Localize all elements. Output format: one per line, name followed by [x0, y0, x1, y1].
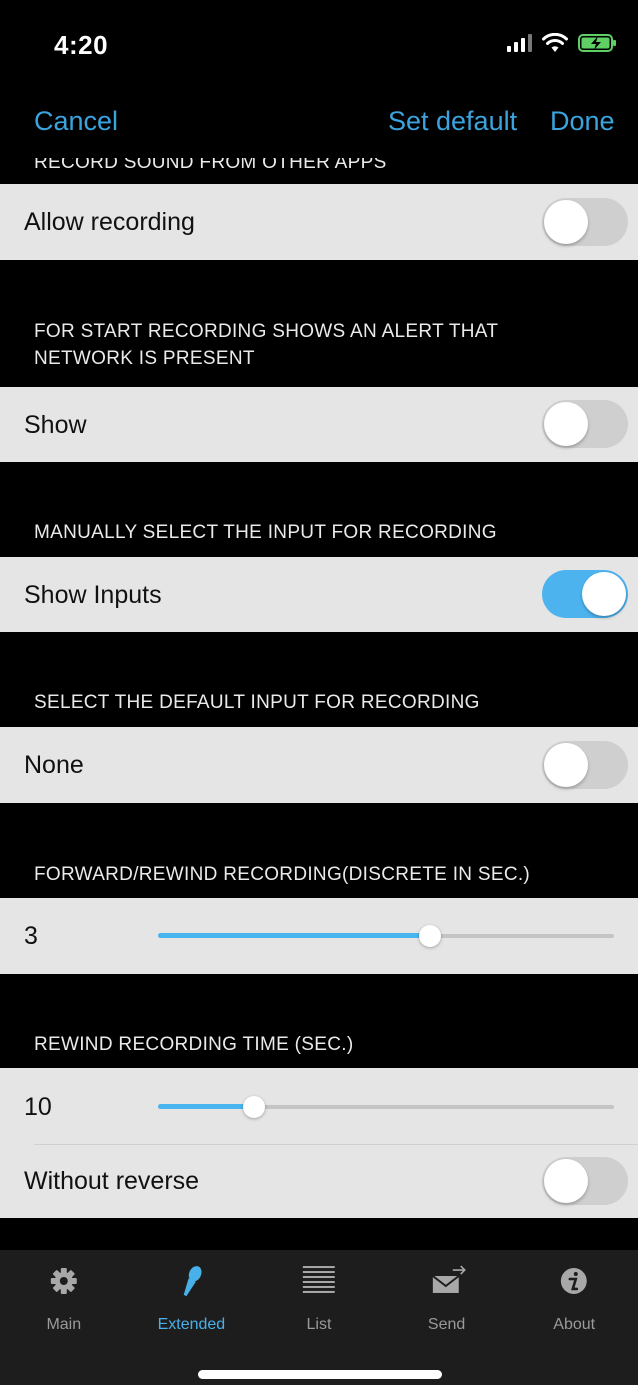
cell-default-input-none: None — [0, 727, 638, 803]
toggle-knob — [544, 743, 588, 787]
status-time: 4:20 — [54, 30, 109, 60]
status-bar: 4:20 — [0, 0, 638, 92]
allow-recording-toggle[interactable] — [542, 198, 628, 246]
toggle-knob — [544, 200, 588, 244]
toggle-knob — [544, 402, 588, 446]
tab-extended[interactable]: Extended — [128, 1250, 256, 1340]
section-header-record-other-apps: RECORD SOUND FROM OTHER APPS — [34, 158, 387, 173]
slider-thumb[interactable] — [242, 1096, 265, 1118]
tab-label-main: Main — [46, 1316, 82, 1333]
allow-recording-label: Allow recording — [24, 208, 195, 236]
tab-send[interactable]: Send — [383, 1250, 511, 1340]
toggle-knob — [544, 1159, 588, 1203]
tab-about[interactable]: About — [510, 1250, 638, 1340]
tab-label-about: About — [553, 1316, 596, 1333]
tab-label-send: Send — [427, 1316, 466, 1333]
send-envelope-icon — [432, 1265, 466, 1293]
default-input-toggle[interactable] — [542, 741, 628, 789]
done-button[interactable]: Done — [550, 106, 615, 137]
tab-label-extended: Extended — [157, 1316, 226, 1333]
cell-group-rewind-time: 10 Without reverse — [0, 1068, 638, 1218]
navigation-bar: Cancel Set default Done — [0, 92, 638, 158]
info-icon — [561, 1268, 588, 1294]
cancel-button[interactable]: Cancel — [34, 106, 118, 137]
tab-list[interactable]: List — [255, 1250, 383, 1340]
home-indicator[interactable] — [198, 1370, 442, 1379]
section-header-forward-rewind: FORWARD/REWIND RECORDING(DISCRETE IN SEC… — [34, 864, 531, 885]
set-default-button[interactable]: Set default — [388, 106, 517, 137]
cell-forward-rewind-step: 3 — [0, 898, 638, 974]
settings-list[interactable]: RECORD SOUND FROM OTHER APPS Allow recor… — [0, 158, 638, 1250]
home-indicator-area — [0, 1340, 638, 1385]
tab-bar: Main Extended List Send About — [0, 1250, 638, 1340]
without-reverse-label: Without reverse — [24, 1167, 200, 1195]
section-header-manual-input: MANUALLY SELECT THE INPUT FOR RECORDING — [34, 522, 497, 543]
section-header-rewind-time: REWIND RECORDING TIME (SEC.) — [34, 1034, 354, 1055]
rewind-time-value: 10 — [24, 1093, 52, 1121]
cell-separator — [34, 1144, 638, 1145]
cell-allow-recording: Allow recording — [0, 184, 638, 260]
section-header-network-alert: FOR START RECORDING SHOWS AN ALERT THAT … — [34, 321, 498, 369]
list-icon — [303, 1266, 335, 1293]
toggle-knob — [582, 572, 626, 616]
wifi-icon — [542, 33, 568, 52]
slider-thumb[interactable] — [418, 925, 441, 947]
cell-show-alert: Show — [0, 387, 638, 462]
tab-label-list: List — [306, 1316, 332, 1333]
rewind-time-slider[interactable] — [158, 1095, 614, 1119]
slider-fill — [158, 1104, 254, 1109]
cellular-signal-icon — [507, 34, 532, 52]
tab-main[interactable]: Main — [0, 1250, 128, 1340]
gear-icon — [50, 1268, 77, 1294]
cell-show-inputs: Show Inputs — [0, 557, 638, 632]
default-input-label: None — [24, 751, 84, 779]
show-inputs-toggle[interactable] — [542, 570, 628, 618]
forward-rewind-value: 3 — [24, 922, 38, 950]
forward-rewind-slider[interactable] — [158, 924, 614, 948]
battery-charging-icon — [578, 34, 616, 52]
slider-fill — [158, 933, 430, 938]
show-alert-toggle[interactable] — [542, 400, 628, 448]
microphone-icon — [183, 1266, 202, 1297]
status-icons — [507, 33, 618, 53]
section-header-default-input: SELECT THE DEFAULT INPUT FOR RECORDING — [34, 692, 480, 713]
show-inputs-label: Show Inputs — [24, 581, 162, 609]
show-alert-label: Show — [24, 411, 87, 439]
without-reverse-toggle[interactable] — [542, 1157, 628, 1205]
